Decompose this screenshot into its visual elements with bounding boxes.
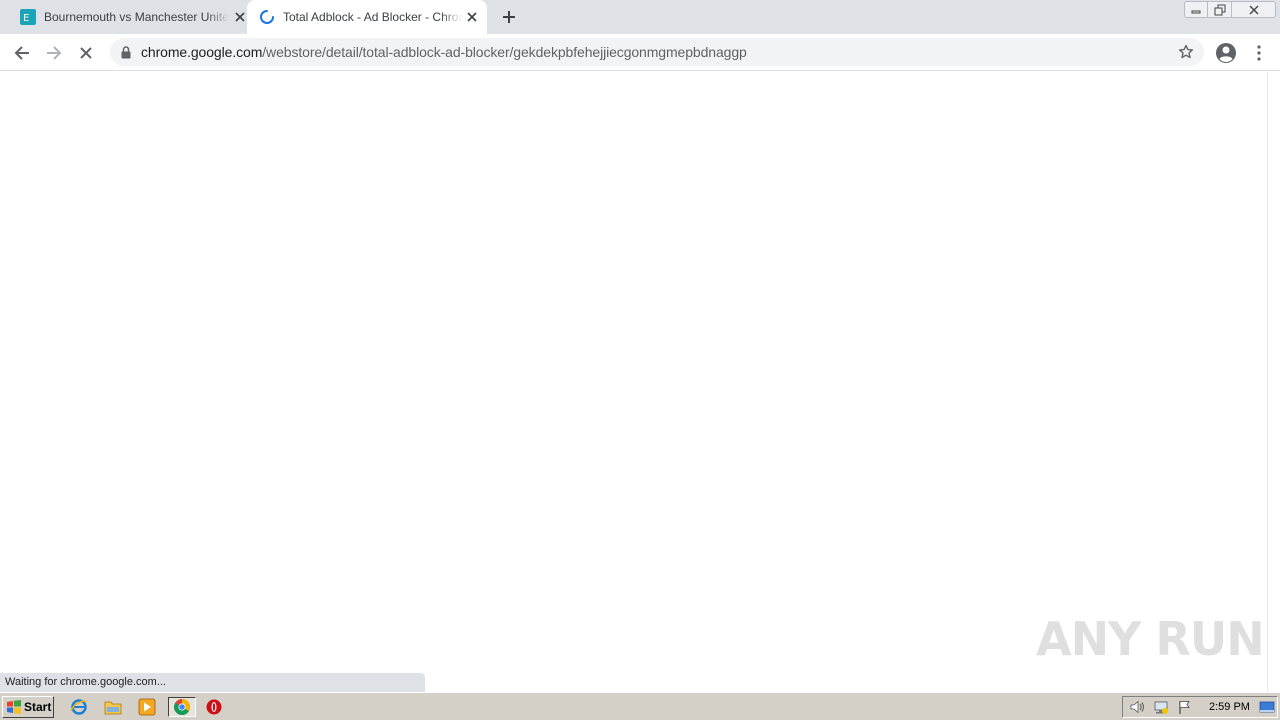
- more-vertical-icon: [1257, 45, 1261, 61]
- svg-text:E: E: [23, 13, 29, 24]
- start-button[interactable]: Start: [2, 696, 54, 718]
- internet-explorer-icon[interactable]: [68, 697, 90, 717]
- stop-loading-button[interactable]: [72, 39, 100, 67]
- minimize-button[interactable]: [1184, 1, 1208, 18]
- site-logo-icon: E: [20, 9, 36, 25]
- taskbar: Start 2:59 PM: [0, 692, 1280, 720]
- profile-button[interactable]: [1212, 39, 1240, 67]
- account-icon: [1216, 43, 1236, 63]
- new-tab-button[interactable]: [498, 7, 520, 27]
- close-window-button[interactable]: [1232, 1, 1276, 18]
- tab-title: Bournemouth vs Manchester United Live S: [44, 10, 229, 24]
- back-arrow-icon: [14, 46, 29, 60]
- bookmark-star-icon[interactable]: [1178, 44, 1194, 60]
- address-bar[interactable]: chrome.google.com/webstore/detail/total-…: [110, 38, 1204, 66]
- windows-logo-icon: [7, 700, 21, 714]
- chrome-icon[interactable]: [168, 697, 196, 717]
- chrome-menu-button[interactable]: [1245, 39, 1273, 67]
- stop-icon: [80, 47, 92, 59]
- tab-total-adblock[interactable]: Total Adblock - Ad Blocker - Chrome Web: [247, 0, 487, 34]
- action-center-flag-icon[interactable]: [1177, 699, 1193, 715]
- network-icon[interactable]: [1153, 699, 1169, 715]
- screen: E Bournemouth vs Manchester United Live …: [0, 0, 1280, 720]
- url-path: /webstore/detail/total-adblock-ad-blocke…: [262, 44, 747, 60]
- system-tray: 2:59 PM: [1122, 696, 1278, 718]
- minimize-icon: [1191, 10, 1201, 13]
- tab-strip: E Bournemouth vs Manchester United Live …: [0, 0, 1280, 34]
- anyrun-watermark: ANY RUN: [1036, 606, 1265, 672]
- file-explorer-icon[interactable]: [102, 697, 124, 717]
- tab-title: Total Adblock - Ad Blocker - Chrome Web: [283, 10, 462, 24]
- tab-bournemouth[interactable]: E Bournemouth vs Manchester United Live …: [8, 0, 246, 34]
- clock[interactable]: 2:59 PM: [1209, 697, 1250, 717]
- vertical-scrollbar[interactable]: [1267, 72, 1280, 692]
- start-label: Start: [24, 700, 52, 714]
- restore-icon: [1214, 4, 1225, 15]
- watermark-text: ANY RUN: [1036, 612, 1265, 666]
- loading-spinner-icon: [259, 9, 275, 25]
- forward-arrow-icon: [47, 46, 62, 60]
- close-icon: [1249, 5, 1258, 14]
- browser-toolbar: chrome.google.com/webstore/detail/total-…: [0, 34, 1280, 71]
- lock-icon[interactable]: [120, 45, 132, 59]
- media-player-icon[interactable]: [136, 697, 158, 717]
- plus-icon: [503, 11, 515, 23]
- show-desktop-icon[interactable]: [1259, 699, 1275, 715]
- close-tab-icon[interactable]: [233, 9, 246, 25]
- back-button[interactable]: [8, 39, 36, 67]
- url-host: chrome.google.com: [141, 44, 263, 60]
- forward-button[interactable]: [40, 39, 68, 67]
- restore-button[interactable]: [1208, 1, 1232, 18]
- opera-icon[interactable]: [203, 697, 225, 717]
- volume-icon[interactable]: [1129, 699, 1145, 715]
- status-bubble: Waiting for chrome.google.com...: [0, 673, 425, 692]
- url-text: chrome.google.com/webstore/detail/total-…: [141, 44, 747, 60]
- page-viewport[interactable]: [0, 72, 1267, 692]
- close-tab-icon[interactable]: [466, 9, 479, 25]
